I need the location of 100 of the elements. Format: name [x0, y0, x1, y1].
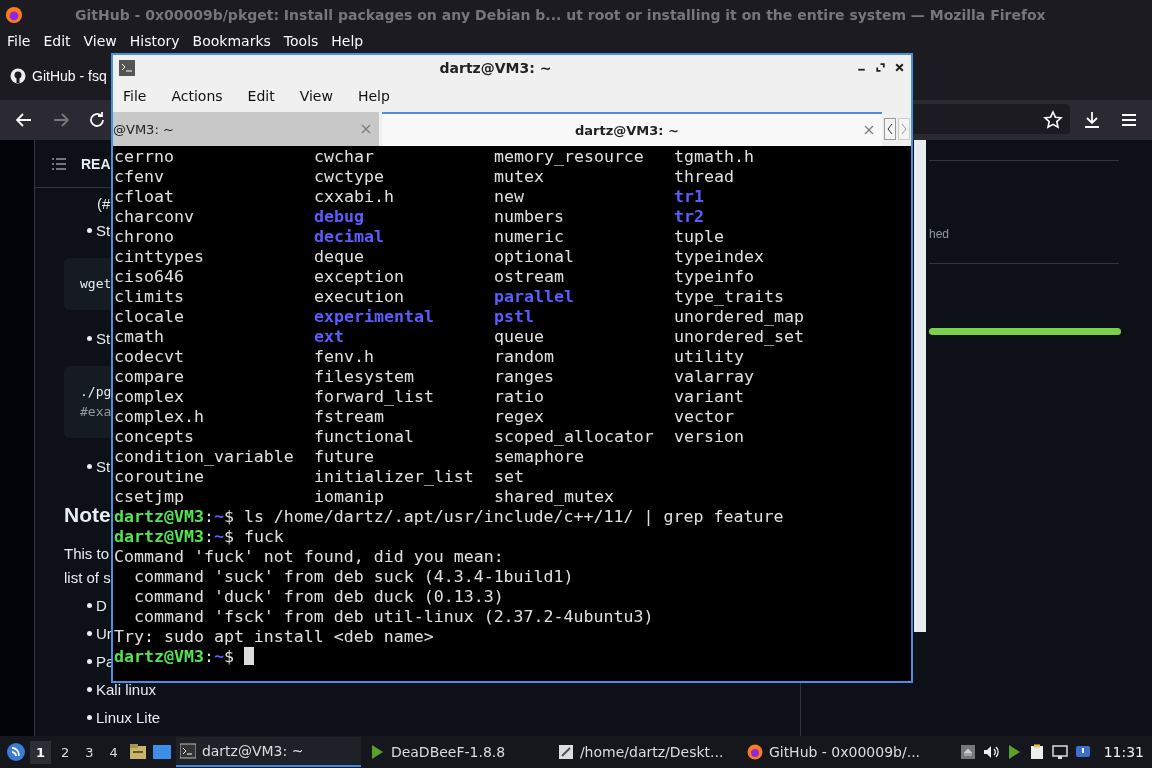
prompt-separator: :: [203, 647, 214, 666]
file-name: compare: [114, 367, 185, 387]
file-name: filesystem: [314, 367, 415, 387]
volume-icon[interactable]: [982, 744, 999, 760]
download-icon[interactable]: [1082, 110, 1102, 130]
reload-icon[interactable]: [87, 110, 107, 130]
file-name: ratio: [494, 387, 545, 407]
command-text: $: [223, 647, 235, 666]
file-name: vector: [674, 407, 735, 427]
bullet-icon: [87, 686, 92, 692]
file-name: coroutine: [114, 467, 205, 487]
workspace-button[interactable]: 2: [55, 740, 76, 764]
scroll-left-icon[interactable]: [884, 117, 896, 141]
file-name: cwctype: [314, 167, 385, 187]
file-name: concepts: [114, 427, 195, 447]
taskbar-button[interactable]: DeaDBeeF-1.8.8: [364, 737, 550, 767]
close-tab-icon[interactable]: [361, 124, 371, 134]
file-name: variant: [674, 387, 745, 407]
file-name: memory_resource: [494, 147, 645, 167]
menu-item[interactable]: View: [83, 33, 117, 49]
browser-tab[interactable]: GitHub - fsq: [0, 68, 107, 84]
menu-item[interactable]: Actions: [171, 88, 223, 104]
bullet-icon: [87, 463, 92, 469]
file-manager-icon[interactable]: [127, 742, 148, 762]
network-icon[interactable]: [1051, 744, 1068, 760]
close-tab-icon[interactable]: [864, 125, 874, 135]
readme-label: REA: [81, 155, 111, 172]
bookmark-star-icon[interactable]: [1043, 110, 1063, 130]
prompt-path: ~: [213, 527, 224, 546]
bullet-icon: [87, 602, 92, 608]
file-name: thread: [674, 167, 735, 187]
menu-item[interactable]: Tools: [283, 33, 319, 49]
menu-item[interactable]: Edit: [247, 88, 275, 104]
start-menu-icon[interactable]: [6, 742, 26, 762]
file-name: forward_list: [314, 387, 435, 407]
file-name: exception: [314, 267, 405, 287]
maximize-icon[interactable]: [875, 62, 886, 73]
list-item-text: St: [96, 221, 111, 239]
code-line: wget: [80, 275, 112, 293]
menu-item[interactable]: Help: [331, 33, 364, 49]
file-name: type_traits: [674, 287, 785, 307]
menu-item[interactable]: View: [299, 88, 333, 104]
file-name: clocale: [114, 307, 185, 327]
file-name: regex: [494, 407, 545, 427]
file-name: chrono: [114, 227, 175, 247]
code-line: ./pg: [80, 383, 112, 401]
menu-item[interactable]: File: [123, 88, 147, 104]
bullet-icon: [87, 658, 92, 664]
file-name: complex: [114, 387, 185, 407]
file-name: numbers: [494, 207, 565, 227]
file-name: cinttypes: [114, 247, 205, 267]
file-name: scoped_allocator: [494, 427, 655, 447]
taskbar-button[interactable]: /home/dartz/Deskt...: [553, 737, 739, 767]
file-name: typeindex: [674, 247, 765, 267]
terminal-icon: [119, 59, 135, 76]
terminal-tab[interactable]: @VM3: ~: [113, 112, 379, 146]
file-name: utility: [674, 347, 745, 367]
close-icon[interactable]: [894, 62, 905, 73]
taskbar-button[interactable]: dartz@VM3: ~: [175, 737, 361, 767]
file-name: cfloat: [114, 187, 175, 207]
file-name: shared_mutex: [494, 487, 615, 507]
list-icon[interactable]: [51, 155, 67, 172]
workspace-button[interactable]: 3: [79, 740, 100, 764]
bullet-icon: [87, 714, 92, 720]
bullet-icon: [87, 335, 92, 341]
command-text: $ fuck: [223, 527, 284, 546]
file-name: parallel: [494, 287, 575, 307]
menu-item[interactable]: Help: [357, 88, 390, 104]
file-name: fstream: [314, 407, 385, 427]
file-name: complex.h: [114, 407, 205, 427]
notification-icon[interactable]: [1074, 744, 1091, 760]
menu-item[interactable]: Edit: [43, 33, 71, 49]
menu-item[interactable]: Bookmarks: [192, 33, 271, 49]
eject-icon[interactable]: [959, 744, 976, 760]
file-name: unordered_set: [674, 327, 805, 347]
list-item-text: Linux Lite: [96, 708, 161, 726]
file-name: numeric: [494, 227, 565, 247]
workspace-button[interactable]: 4: [103, 740, 124, 764]
workspace-button[interactable]: 1: [30, 740, 52, 764]
file-name: set: [494, 467, 525, 487]
file-name: functional: [314, 427, 415, 447]
taskbar-button[interactable]: GitHub - 0x00009b/...: [742, 737, 928, 767]
clipboard-icon[interactable]: [1028, 744, 1045, 760]
output-line: Command 'fuck' not found, did you mean:: [114, 547, 504, 566]
file-name: deque: [314, 247, 365, 267]
menu-item[interactable]: History: [129, 33, 180, 49]
file-name: execution: [314, 287, 405, 307]
file-name: typeinfo: [674, 267, 755, 287]
prompt-user: dartz@VM3: [114, 507, 204, 526]
github-icon: [10, 68, 26, 84]
prompt-user: dartz@VM3: [114, 527, 204, 546]
firefox-icon: [5, 6, 23, 24]
file-name: ext: [314, 327, 345, 347]
file-name: version: [674, 427, 745, 447]
file-name: ostream: [494, 267, 565, 287]
file-name: condition_variable: [114, 447, 295, 467]
desktop-icon[interactable]: [151, 742, 172, 762]
terminal-tab[interactable]: dartz@VM3: ~: [382, 112, 882, 146]
menu-item[interactable]: File: [7, 33, 31, 49]
file-name: cerrno: [114, 147, 175, 167]
